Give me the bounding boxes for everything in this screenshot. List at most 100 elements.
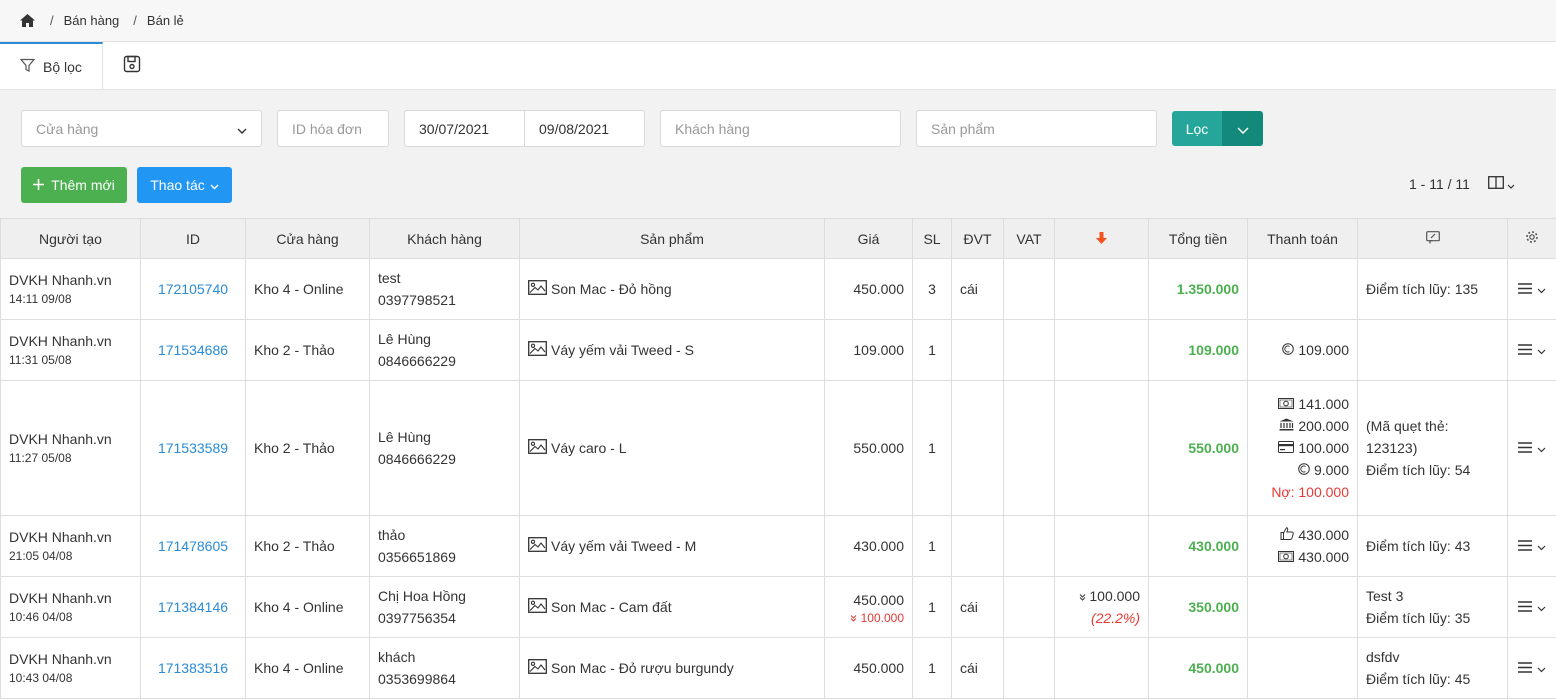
header-discount[interactable]: [1055, 219, 1149, 259]
customer-input[interactable]: Khách hàng: [660, 110, 901, 147]
header-creator[interactable]: Người tạo: [1, 219, 141, 259]
order-id-link[interactable]: 171478605: [158, 538, 228, 554]
product-name[interactable]: Son Mac - Cam đất: [551, 599, 672, 615]
date-from-input[interactable]: 30/07/2021: [404, 110, 525, 147]
order-id-link[interactable]: 171383516: [158, 660, 228, 676]
payment-amount: 109.000: [1298, 339, 1349, 361]
product-name[interactable]: Váy caro - L: [551, 440, 626, 456]
cell-discount: [1055, 381, 1149, 516]
cell-creator: DVKH Nhanh.vn11:31 05/08: [1, 320, 141, 381]
breadcrumb: / Bán hàng / Bán lẻ: [0, 0, 1556, 42]
header-product[interactable]: Sản phẩm: [520, 219, 825, 259]
store-select[interactable]: Cửa hàng: [21, 110, 262, 147]
table-row[interactable]: DVKH Nhanh.vn10:43 04/08171383516Kho 4 -…: [1, 638, 1556, 699]
creator-name: DVKH Nhanh.vn: [9, 333, 132, 349]
row-menu-button[interactable]: [1516, 538, 1548, 554]
cell-menu: [1508, 638, 1556, 699]
double-chevron-down-icon: [1079, 588, 1086, 604]
orders-table-body: DVKH Nhanh.vn14:11 09/08 172105740 Kho 4 -…: [1, 259, 1556, 699]
header-customer[interactable]: Khách hàng: [370, 219, 520, 259]
cell-menu: [1508, 577, 1556, 638]
header-vat[interactable]: VAT: [1004, 219, 1055, 259]
date-to-input[interactable]: 09/08/2021: [525, 110, 645, 147]
header-id[interactable]: ID: [141, 219, 246, 259]
chevron-down-icon: [210, 177, 219, 193]
customer-phone: 0846666229: [378, 448, 511, 470]
orders-table: Người tạo ID Cửa hàng Khách hàng Sản phẩ…: [0, 218, 1556, 699]
customer-name: Chị Hoa Hồng: [378, 585, 511, 607]
header-unit[interactable]: ĐVT: [952, 219, 1004, 259]
date-from-value: 30/07/2021: [419, 121, 489, 137]
header-price[interactable]: Giá: [825, 219, 913, 259]
cell-vat: [1004, 638, 1055, 699]
cell-customer: Lê Hùng0846666229: [370, 320, 520, 381]
total-value: 1.350.000: [1177, 281, 1239, 297]
product-name[interactable]: Váy yếm vải Tweed - M: [551, 538, 696, 554]
created-time: 11:27 05/08: [9, 451, 132, 465]
table-row[interactable]: DVKH Nhanh.vn10:46 04/08171384146Kho 4 -…: [1, 577, 1556, 638]
cell-price: 430.000: [825, 516, 913, 577]
creator-name: DVKH Nhanh.vn: [9, 272, 132, 288]
header-note[interactable]: [1358, 219, 1508, 259]
order-id-link[interactable]: 171533589: [158, 440, 228, 456]
note-line: (Mã quẹt thẻ:: [1366, 415, 1499, 437]
cell-qty: 1: [913, 381, 952, 516]
header-store[interactable]: Cửa hàng: [246, 219, 370, 259]
operations-button[interactable]: Thao tác: [137, 167, 232, 203]
tab-save[interactable]: [103, 42, 161, 89]
customer-name: thảo: [378, 524, 511, 546]
cell-qty: 1: [913, 638, 952, 699]
filter-button[interactable]: Lọc: [1172, 111, 1222, 146]
cell-note: Điểm tích lũy: 135: [1358, 259, 1508, 320]
breadcrumb-item-retail[interactable]: Bán lẻ: [147, 13, 184, 28]
cell-payment: 141.000200.000100.0009.000Nợ: 100.000: [1248, 381, 1358, 516]
filter-button-group: Lọc: [1172, 111, 1263, 146]
add-new-label: Thêm mới: [51, 177, 115, 193]
cell-customer: Chị Hoa Hồng0397756354: [370, 577, 520, 638]
cell-product: Váy caro - L: [520, 381, 825, 516]
product-name[interactable]: Son Mac - Đỏ hồng: [551, 281, 672, 297]
creator-name: DVKH Nhanh.vn: [9, 529, 132, 545]
add-new-button[interactable]: Thêm mới: [21, 167, 127, 203]
order-id-link[interactable]: 172105740: [158, 281, 228, 297]
table-row[interactable]: DVKH Nhanh.vn21:05 04/08171478605Kho 2 -…: [1, 516, 1556, 577]
cell-unit: cái: [952, 259, 1004, 320]
invoice-id-input[interactable]: ID hóa đơn: [277, 110, 389, 147]
header-qty[interactable]: SL: [913, 219, 952, 259]
table-row[interactable]: DVKH Nhanh.vn11:31 05/08171534686Kho 2 -…: [1, 320, 1556, 381]
note-line: Điểm tích lũy: 135: [1366, 278, 1499, 300]
payment-amount: 430.000: [1298, 546, 1349, 568]
customer-phone: 0846666229: [378, 350, 511, 372]
product-input[interactable]: Sản phẩm: [916, 110, 1157, 147]
tab-filter-label: Bộ lọc: [43, 59, 82, 75]
cell-store: Kho 4 - Online: [246, 638, 370, 699]
header-settings[interactable]: [1508, 219, 1556, 259]
note-line: 123123): [1366, 437, 1499, 459]
breadcrumb-item-sales[interactable]: Bán hàng: [64, 13, 120, 28]
table-row[interactable]: DVKH Nhanh.vn14:11 09/08172105740Kho 4 -…: [1, 259, 1556, 320]
discount-value: 100.000: [1089, 588, 1140, 604]
product-name[interactable]: Váy yếm vải Tweed - S: [551, 342, 694, 358]
cell-creator: DVKH Nhanh.vn14:11 09/08: [1, 259, 141, 320]
column-toggle-button[interactable]: [1488, 176, 1515, 192]
row-menu-button[interactable]: [1516, 440, 1548, 456]
row-menu-button[interactable]: [1516, 342, 1548, 358]
order-id-link[interactable]: 171534686: [158, 342, 228, 358]
customer-name: test: [378, 267, 511, 289]
home-icon[interactable]: [20, 14, 36, 28]
row-menu-button[interactable]: [1516, 281, 1548, 297]
row-menu-button[interactable]: [1516, 599, 1548, 615]
payment-amount: 430.000: [1298, 524, 1349, 546]
tab-filter[interactable]: Bộ lọc: [0, 42, 103, 89]
row-menu-button[interactable]: [1516, 660, 1548, 676]
header-total[interactable]: Tổng tiền: [1149, 219, 1248, 259]
cell-creator: DVKH Nhanh.vn21:05 04/08: [1, 516, 141, 577]
cash-icon: [1278, 546, 1298, 568]
table-row[interactable]: DVKH Nhanh.vn11:27 05/08171533589Kho 2 -…: [1, 381, 1556, 516]
product-name[interactable]: Son Mac - Đỏ rượu burgundy: [551, 660, 734, 676]
filter-options-button[interactable]: [1222, 111, 1263, 146]
thumbs-up-icon: [1280, 524, 1298, 546]
order-id-link[interactable]: 171384146: [158, 599, 228, 615]
header-payment[interactable]: Thanh toán: [1248, 219, 1358, 259]
cell-store: Kho 2 - Thảo: [246, 381, 370, 516]
